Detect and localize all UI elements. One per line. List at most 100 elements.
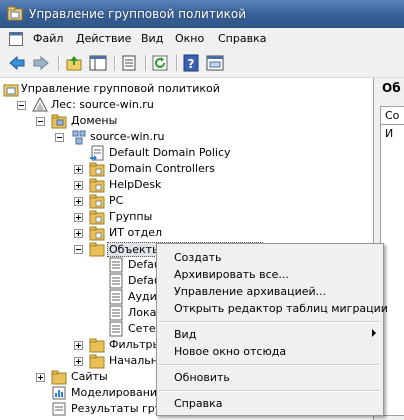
gpmc-app-icon — [7, 6, 23, 21]
tree-node-wmi-filters[interactable]: Фильтры — [0, 337, 162, 353]
tree-label-forest: Лес: source-win.ru — [51, 98, 154, 111]
tree-label-domain-controllers: Domain Controllers — [109, 162, 216, 175]
svg-text:?: ? — [188, 57, 195, 71]
menu-help[interactable]: Справка — [218, 32, 266, 45]
gpo-folder-icon — [89, 242, 105, 257]
tree-label-sites: Сайты — [71, 370, 108, 383]
tree-node-default-domain-policy[interactable]: Default Domain Policy — [0, 145, 300, 161]
expand-toggle[interactable] — [74, 213, 83, 222]
details-title: Об — [382, 81, 401, 95]
gpmc-window: Управление групповой политикой Файл Дейс… — [0, 0, 404, 420]
expand-toggle[interactable] — [36, 373, 45, 382]
gpo-icon — [109, 305, 123, 321]
submenu-arrow-icon — [372, 329, 376, 337]
expand-toggle[interactable] — [74, 165, 83, 174]
show-tree-icon[interactable] — [89, 54, 107, 72]
details-tab-label: Со — [385, 109, 400, 122]
menu-file[interactable]: Файл — [33, 32, 63, 45]
tree-node-gpo[interactable]: Ауди — [0, 289, 160, 305]
tree-node-helpdesk[interactable]: HelpDesk — [0, 177, 300, 193]
ou-folder-icon — [89, 194, 105, 209]
menu-item-manage-backups[interactable]: Управление архивацией... — [174, 285, 326, 298]
system-menu-icon[interactable] — [9, 32, 23, 46]
tree-node-it-dept[interactable]: ИТ отдел — [0, 225, 300, 241]
title-bar: Управление групповой политикой — [0, 0, 404, 28]
tree-node-root[interactable]: Управление групповой политикой — [0, 81, 300, 97]
expand-toggle[interactable] — [74, 181, 83, 190]
expand-toggle[interactable] — [74, 357, 83, 366]
wmi-folder-icon — [89, 338, 105, 353]
starter-folder-icon — [89, 354, 105, 369]
up-folder-icon[interactable] — [65, 54, 83, 72]
tree-node-forest[interactable]: Лес: source-win.ru — [0, 97, 300, 113]
properties-icon[interactable] — [120, 54, 138, 72]
tree-node-gpo[interactable]: Лока — [0, 305, 160, 321]
menu-item-migration-editor[interactable]: Открыть редактор таблиц миграции — [174, 302, 388, 315]
tree-node-results[interactable]: Результаты груп — [0, 401, 168, 417]
gpmc-root-icon — [3, 84, 19, 97]
tree-label-root: Управление групповой политикой — [21, 82, 220, 95]
tree-node-pc[interactable]: PC — [0, 193, 300, 209]
sites-folder-icon — [51, 370, 67, 385]
gpo-icon — [109, 289, 123, 305]
tree-label-results: Результаты груп — [71, 402, 169, 415]
tree-node-groups[interactable]: Группы — [0, 209, 300, 225]
menu-item-refresh[interactable]: Обновить — [174, 371, 230, 384]
details-column-header[interactable]: И — [385, 127, 393, 140]
expand-toggle[interactable] — [74, 197, 83, 206]
menu-separator — [159, 390, 380, 392]
tree-label-gpo: Ауди — [128, 290, 157, 303]
menu-action[interactable]: Действие — [76, 32, 131, 45]
tree-node-starter-gpos[interactable]: Начальн — [0, 353, 160, 369]
menu-view[interactable]: Вид — [141, 32, 163, 45]
menu-item-help[interactable]: Справка — [174, 397, 222, 410]
menu-item-view[interactable]: Вид — [174, 328, 196, 341]
tree-label-domains: Домены — [71, 114, 118, 127]
tree-node-gpo[interactable]: Defau — [0, 273, 161, 289]
tree-node-gpo[interactable]: Defau — [0, 257, 161, 273]
tree-label-groups: Группы — [109, 210, 153, 223]
tree-node-sites[interactable]: Сайты — [0, 369, 160, 385]
ou-folder-icon — [89, 162, 105, 177]
tree-node-domains[interactable]: Домены — [0, 113, 300, 129]
collapse-toggle[interactable] — [74, 245, 83, 254]
menu-item-new-window[interactable]: Новое окно отсюда — [174, 345, 286, 358]
toolbar: ? — [0, 50, 404, 78]
console-icon[interactable] — [206, 54, 224, 72]
menu-bar: Файл Действие Вид Окно Справка — [0, 28, 404, 50]
collapse-toggle[interactable] — [55, 133, 64, 142]
tree-node-domain[interactable]: source-win.ru — [0, 129, 300, 145]
toolbar-separator — [114, 55, 116, 71]
tree-label-gpo: Лока — [128, 306, 157, 319]
back-arrow-icon[interactable] — [8, 54, 26, 72]
ou-folder-icon — [89, 226, 105, 241]
results-icon — [52, 402, 66, 416]
ou-folder-icon — [89, 178, 105, 193]
refresh-icon[interactable] — [151, 54, 169, 72]
tree-label-domain: source-win.ru — [90, 130, 165, 143]
toolbar-separator — [176, 55, 178, 71]
menu-item-create[interactable]: Создать — [174, 251, 222, 264]
menu-window[interactable]: Окно — [175, 32, 204, 45]
help-icon[interactable]: ? — [182, 54, 200, 72]
gpo-icon — [109, 321, 123, 337]
tree-label-default-domain-policy: Default Domain Policy — [109, 146, 231, 159]
modeling-icon — [52, 386, 66, 400]
menu-item-backup-all[interactable]: Архивировать все... — [174, 268, 289, 281]
details-tab[interactable]: Со — [380, 106, 404, 125]
gpo-link-icon — [90, 145, 104, 161]
tree-node-gpo[interactable]: Сетев — [0, 321, 162, 337]
forward-arrow-icon[interactable] — [32, 54, 50, 72]
expand-toggle[interactable] — [74, 229, 83, 238]
tree-node-modeling[interactable]: Моделирование — [0, 385, 164, 401]
collapse-toggle[interactable] — [36, 117, 45, 126]
tree-label-pc: PC — [109, 194, 124, 207]
toolbar-separator — [58, 55, 60, 71]
collapse-toggle[interactable] — [17, 101, 26, 110]
menu-separator — [159, 364, 380, 366]
gpo-icon — [109, 257, 123, 273]
tree-label-it-dept: ИТ отдел — [109, 226, 162, 239]
tree-node-domain-controllers[interactable]: Domain Controllers — [0, 161, 300, 177]
tree-label-wmi-filters: Фильтры — [109, 338, 162, 351]
expand-toggle[interactable] — [74, 341, 83, 350]
